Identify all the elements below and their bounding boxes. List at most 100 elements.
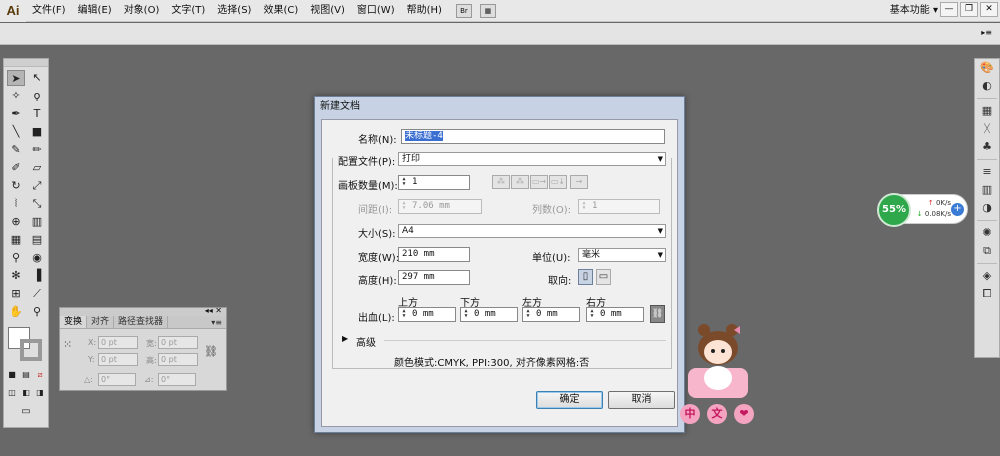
panel-menu-icon[interactable]: ▾≡ <box>207 316 226 328</box>
tab-transform[interactable]: 变换 <box>60 316 88 328</box>
slice-tool-icon[interactable]: ⟋ <box>28 286 46 302</box>
color-mode-icon[interactable]: ■ <box>6 369 18 381</box>
eraser-tool-icon[interactable]: ▱ <box>28 160 46 176</box>
panel-close-icon[interactable]: ◂◂ ✕ <box>205 306 222 315</box>
gradient-panel-icon[interactable]: ▥ <box>975 181 999 199</box>
rotate-field[interactable]: 0° <box>98 373 136 386</box>
tools-panel-grip[interactable] <box>4 59 48 67</box>
mesh-tool-icon[interactable]: ▦ <box>7 232 25 248</box>
pen-tool-icon[interactable]: ✒ <box>7 106 25 122</box>
landscape-orientation-button[interactable]: ▭ <box>596 269 611 285</box>
units-select[interactable]: 毫米 ▼ <box>578 248 666 262</box>
hand-tool-icon[interactable]: ✋ <box>7 304 25 320</box>
rectangle-tool-icon[interactable]: ■ <box>28 124 46 140</box>
type-tool-icon[interactable]: T <box>28 106 46 122</box>
selection-tool-icon[interactable]: ➤ <box>7 70 25 86</box>
warp-tool-icon[interactable]: ⦚ <box>7 196 25 212</box>
appearance-panel-icon[interactable]: ✺ <box>975 224 999 242</box>
close-button[interactable]: ✕ <box>980 2 998 17</box>
swatches-panel-icon[interactable]: ▦ <box>975 102 999 120</box>
width-field[interactable]: 0 pt <box>158 336 198 349</box>
scale-tool-icon[interactable]: ⤢ <box>28 178 46 194</box>
artboards-field[interactable]: ▲ ▼ 1 <box>398 175 470 190</box>
screen-mode-icon[interactable]: ▭ <box>17 405 35 419</box>
symbol-sprayer-tool-icon[interactable]: ✻ <box>7 268 25 284</box>
free-transform-tool-icon[interactable]: ⤡ <box>28 196 46 212</box>
perspective-grid-tool-icon[interactable]: ▥ <box>28 214 46 230</box>
artboards-panel-icon[interactable]: ⧠ <box>975 285 999 303</box>
menu-effect[interactable]: 效果(C) <box>257 0 304 22</box>
stroke-color-swatch[interactable] <box>20 339 42 361</box>
bleed-right-field[interactable]: ▲ ▼ 0 mm <box>586 307 644 322</box>
graph-tool-icon[interactable]: ▐ <box>28 268 46 284</box>
tab-align[interactable]: 对齐 <box>87 316 115 328</box>
network-speed-widget[interactable]: 55% ↑ 0K/s ↓ 0.08K/s + <box>877 193 968 227</box>
color-panel-icon[interactable]: 🎨 <box>975 59 999 77</box>
artboard-tool-icon[interactable]: ⊞ <box>7 286 25 302</box>
height-field[interactable]: 297 mm <box>398 270 470 285</box>
arrange-documents-icon[interactable]: ▦ <box>479 3 496 18</box>
none-mode-icon[interactable]: ⧄ <box>34 369 46 381</box>
menu-file[interactable]: 文件(F) <box>26 0 72 22</box>
advanced-label[interactable]: 高级 <box>356 334 376 349</box>
stepper-icon[interactable]: ▲ ▼ <box>400 177 408 188</box>
symbols-panel-icon[interactable]: ♣ <box>975 138 999 156</box>
restore-button[interactable]: ❐ <box>960 2 978 17</box>
bleed-top-field[interactable]: ▲ ▼ 0 mm <box>398 307 456 322</box>
blend-tool-icon[interactable]: ◉ <box>28 250 46 266</box>
color-guide-icon[interactable]: ◐ <box>975 77 999 95</box>
height-field[interactable]: 0 pt <box>158 353 198 366</box>
menu-object[interactable]: 对象(O) <box>118 0 166 22</box>
stepper-icon[interactable]: ▲ ▼ <box>524 309 532 320</box>
draw-behind-icon[interactable]: ◧ <box>20 387 32 399</box>
eyedropper-tool-icon[interactable]: ⚲ <box>7 250 25 266</box>
expand-advanced-icon[interactable]: ▶ <box>342 334 348 343</box>
menu-window[interactable]: 窗口(W) <box>351 0 401 22</box>
brushes-panel-icon[interactable]: ᚷ <box>975 120 999 138</box>
blob-brush-tool-icon[interactable]: ✐ <box>7 160 25 176</box>
stepper-icon[interactable]: ▲ ▼ <box>400 309 408 320</box>
zoom-tool-icon[interactable]: ⚲ <box>28 304 46 320</box>
bleed-left-field[interactable]: ▲ ▼ 0 mm <box>522 307 580 322</box>
bleed-bottom-field[interactable]: ▲ ▼ 0 mm <box>460 307 518 322</box>
reference-point-icon[interactable]: ⁙ <box>63 338 72 351</box>
add-icon[interactable]: + <box>951 203 964 216</box>
ok-button[interactable]: 确定 <box>536 391 603 409</box>
stepper-icon[interactable]: ▲ ▼ <box>588 309 596 320</box>
stepper-icon[interactable]: ▲ ▼ <box>462 309 470 320</box>
profile-select[interactable]: 打印 ▼ <box>398 152 666 166</box>
draw-inside-icon[interactable]: ◨ <box>34 387 46 399</box>
y-field[interactable]: 0 pt <box>98 353 138 366</box>
menu-edit[interactable]: 编辑(E) <box>72 0 118 22</box>
x-field[interactable]: 0 pt <box>98 336 138 349</box>
cancel-button[interactable]: 取消 <box>608 391 675 409</box>
direct-selection-tool-icon[interactable]: ↖ <box>28 70 46 86</box>
gradient-tool-icon[interactable]: ▤ <box>28 232 46 248</box>
stroke-panel-icon[interactable]: ≡ <box>975 163 999 181</box>
tab-pathfinder[interactable]: 路径查找器 <box>114 316 169 328</box>
pencil-tool-icon[interactable]: ✏ <box>28 142 46 158</box>
graphic-styles-panel-icon[interactable]: ⧉ <box>975 242 999 260</box>
line-tool-icon[interactable]: ╲ <box>7 124 25 140</box>
link-bleed-icon[interactable]: ⛓ <box>650 305 665 323</box>
size-select[interactable]: A4 ▼ <box>398 224 666 238</box>
draw-normal-icon[interactable]: ◫ <box>6 387 18 399</box>
bridge-button[interactable]: Br <box>455 3 472 18</box>
menu-view[interactable]: 视图(V) <box>304 0 351 22</box>
rotate-tool-icon[interactable]: ↻ <box>7 178 25 194</box>
menu-type[interactable]: 文字(T) <box>165 0 211 22</box>
minimize-button[interactable]: — <box>940 2 958 17</box>
shear-field[interactable]: 0° <box>158 373 196 386</box>
paintbrush-tool-icon[interactable]: ✎ <box>7 142 25 158</box>
workspace-switcher[interactable]: 基本功能 ▾ <box>890 0 938 22</box>
width-field[interactable]: 210 mm <box>398 247 470 262</box>
lasso-tool-icon[interactable]: ϙ <box>28 88 46 104</box>
menu-select[interactable]: 选择(S) <box>211 0 257 22</box>
name-field[interactable]: 未标题-4 <box>401 129 665 144</box>
control-bar-menu-icon[interactable]: ▸≡ <box>981 28 992 37</box>
constrain-proportions-icon[interactable]: ⛓ <box>204 345 218 358</box>
menu-help[interactable]: 帮助(H) <box>401 0 448 22</box>
gradient-mode-icon[interactable]: ▤ <box>20 369 32 381</box>
layers-panel-icon[interactable]: ◈ <box>975 267 999 285</box>
magic-wand-tool-icon[interactable]: ✧ <box>7 88 25 104</box>
